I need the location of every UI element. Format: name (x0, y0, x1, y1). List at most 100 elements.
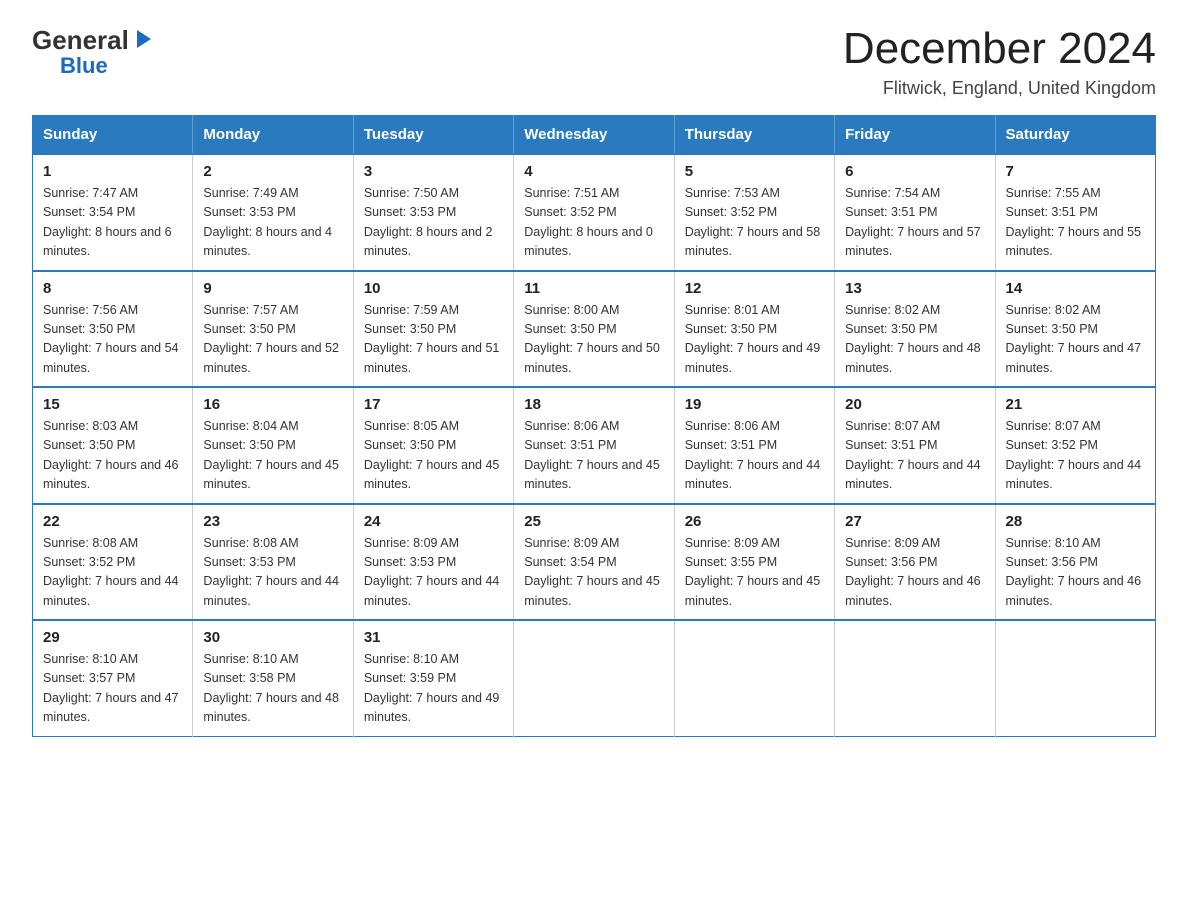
day-info: Sunrise: 7:56 AMSunset: 3:50 PMDaylight:… (43, 301, 182, 379)
calendar-cell: 8 Sunrise: 7:56 AMSunset: 3:50 PMDayligh… (33, 271, 193, 388)
calendar-cell: 2 Sunrise: 7:49 AMSunset: 3:53 PMDayligh… (193, 154, 353, 271)
calendar-cell: 30 Sunrise: 8:10 AMSunset: 3:58 PMDaylig… (193, 620, 353, 736)
calendar-cell: 1 Sunrise: 7:47 AMSunset: 3:54 PMDayligh… (33, 154, 193, 271)
calendar-cell: 27 Sunrise: 8:09 AMSunset: 3:56 PMDaylig… (835, 504, 995, 621)
day-info: Sunrise: 8:09 AMSunset: 3:53 PMDaylight:… (364, 534, 503, 612)
day-number: 30 (203, 629, 342, 646)
day-number: 21 (1006, 396, 1145, 413)
calendar-cell: 19 Sunrise: 8:06 AMSunset: 3:51 PMDaylig… (674, 387, 834, 504)
calendar-cell: 31 Sunrise: 8:10 AMSunset: 3:59 PMDaylig… (353, 620, 513, 736)
calendar-week-row: 29 Sunrise: 8:10 AMSunset: 3:57 PMDaylig… (33, 620, 1156, 736)
calendar-cell: 7 Sunrise: 7:55 AMSunset: 3:51 PMDayligh… (995, 154, 1155, 271)
day-number: 18 (524, 396, 663, 413)
day-info: Sunrise: 8:09 AMSunset: 3:56 PMDaylight:… (845, 534, 984, 612)
calendar-cell (995, 620, 1155, 736)
calendar-header-row: Sunday Monday Tuesday Wednesday Thursday… (33, 116, 1156, 155)
calendar-cell: 13 Sunrise: 8:02 AMSunset: 3:50 PMDaylig… (835, 271, 995, 388)
day-number: 2 (203, 163, 342, 180)
day-info: Sunrise: 8:04 AMSunset: 3:50 PMDaylight:… (203, 417, 342, 495)
day-number: 4 (524, 163, 663, 180)
day-info: Sunrise: 7:54 AMSunset: 3:51 PMDaylight:… (845, 184, 984, 262)
day-number: 9 (203, 280, 342, 297)
calendar-cell: 23 Sunrise: 8:08 AMSunset: 3:53 PMDaylig… (193, 504, 353, 621)
calendar-cell: 3 Sunrise: 7:50 AMSunset: 3:53 PMDayligh… (353, 154, 513, 271)
day-number: 10 (364, 280, 503, 297)
calendar-cell: 4 Sunrise: 7:51 AMSunset: 3:52 PMDayligh… (514, 154, 674, 271)
calendar-cell (514, 620, 674, 736)
calendar-cell: 12 Sunrise: 8:01 AMSunset: 3:50 PMDaylig… (674, 271, 834, 388)
calendar-cell: 21 Sunrise: 8:07 AMSunset: 3:52 PMDaylig… (995, 387, 1155, 504)
day-info: Sunrise: 8:10 AMSunset: 3:56 PMDaylight:… (1006, 534, 1145, 612)
day-number: 26 (685, 513, 824, 530)
day-info: Sunrise: 7:47 AMSunset: 3:54 PMDaylight:… (43, 184, 182, 262)
day-number: 19 (685, 396, 824, 413)
day-number: 27 (845, 513, 984, 530)
day-number: 12 (685, 280, 824, 297)
day-info: Sunrise: 8:03 AMSunset: 3:50 PMDaylight:… (43, 417, 182, 495)
calendar-cell: 17 Sunrise: 8:05 AMSunset: 3:50 PMDaylig… (353, 387, 513, 504)
calendar-cell: 24 Sunrise: 8:09 AMSunset: 3:53 PMDaylig… (353, 504, 513, 621)
day-number: 6 (845, 163, 984, 180)
day-number: 25 (524, 513, 663, 530)
day-info: Sunrise: 8:02 AMSunset: 3:50 PMDaylight:… (1006, 301, 1145, 379)
day-number: 11 (524, 280, 663, 297)
day-info: Sunrise: 8:09 AMSunset: 3:55 PMDaylight:… (685, 534, 824, 612)
day-info: Sunrise: 8:10 AMSunset: 3:59 PMDaylight:… (364, 650, 503, 728)
day-info: Sunrise: 7:55 AMSunset: 3:51 PMDaylight:… (1006, 184, 1145, 262)
calendar-cell: 18 Sunrise: 8:06 AMSunset: 3:51 PMDaylig… (514, 387, 674, 504)
calendar-week-row: 1 Sunrise: 7:47 AMSunset: 3:54 PMDayligh… (33, 154, 1156, 271)
day-info: Sunrise: 8:02 AMSunset: 3:50 PMDaylight:… (845, 301, 984, 379)
logo-arrow-icon (133, 28, 155, 50)
day-info: Sunrise: 8:05 AMSunset: 3:50 PMDaylight:… (364, 417, 503, 495)
calendar-cell: 6 Sunrise: 7:54 AMSunset: 3:51 PMDayligh… (835, 154, 995, 271)
calendar-cell: 15 Sunrise: 8:03 AMSunset: 3:50 PMDaylig… (33, 387, 193, 504)
calendar-cell: 14 Sunrise: 8:02 AMSunset: 3:50 PMDaylig… (995, 271, 1155, 388)
day-info: Sunrise: 8:08 AMSunset: 3:52 PMDaylight:… (43, 534, 182, 612)
calendar-cell: 26 Sunrise: 8:09 AMSunset: 3:55 PMDaylig… (674, 504, 834, 621)
day-info: Sunrise: 8:08 AMSunset: 3:53 PMDaylight:… (203, 534, 342, 612)
calendar-cell (674, 620, 834, 736)
col-thursday: Thursday (674, 116, 834, 155)
day-info: Sunrise: 7:50 AMSunset: 3:53 PMDaylight:… (364, 184, 503, 262)
calendar-cell: 25 Sunrise: 8:09 AMSunset: 3:54 PMDaylig… (514, 504, 674, 621)
day-number: 17 (364, 396, 503, 413)
calendar-cell: 22 Sunrise: 8:08 AMSunset: 3:52 PMDaylig… (33, 504, 193, 621)
day-info: Sunrise: 7:49 AMSunset: 3:53 PMDaylight:… (203, 184, 342, 262)
day-number: 16 (203, 396, 342, 413)
day-number: 15 (43, 396, 182, 413)
day-number: 1 (43, 163, 182, 180)
page-header: General Blue December 2024 Flitwick, Eng… (32, 24, 1156, 99)
col-saturday: Saturday (995, 116, 1155, 155)
calendar-subtitle: Flitwick, England, United Kingdom (843, 78, 1156, 99)
logo: General Blue (32, 24, 155, 79)
calendar-cell: 28 Sunrise: 8:10 AMSunset: 3:56 PMDaylig… (995, 504, 1155, 621)
calendar-cell: 9 Sunrise: 7:57 AMSunset: 3:50 PMDayligh… (193, 271, 353, 388)
calendar-title: December 2024 (843, 24, 1156, 74)
day-number: 14 (1006, 280, 1145, 297)
col-friday: Friday (835, 116, 995, 155)
col-tuesday: Tuesday (353, 116, 513, 155)
day-info: Sunrise: 7:59 AMSunset: 3:50 PMDaylight:… (364, 301, 503, 379)
calendar-week-row: 15 Sunrise: 8:03 AMSunset: 3:50 PMDaylig… (33, 387, 1156, 504)
day-info: Sunrise: 8:06 AMSunset: 3:51 PMDaylight:… (524, 417, 663, 495)
col-sunday: Sunday (33, 116, 193, 155)
calendar-cell: 20 Sunrise: 8:07 AMSunset: 3:51 PMDaylig… (835, 387, 995, 504)
day-number: 28 (1006, 513, 1145, 530)
day-number: 13 (845, 280, 984, 297)
day-number: 5 (685, 163, 824, 180)
day-info: Sunrise: 7:57 AMSunset: 3:50 PMDaylight:… (203, 301, 342, 379)
calendar-cell: 10 Sunrise: 7:59 AMSunset: 3:50 PMDaylig… (353, 271, 513, 388)
day-number: 29 (43, 629, 182, 646)
calendar-cell: 29 Sunrise: 8:10 AMSunset: 3:57 PMDaylig… (33, 620, 193, 736)
day-info: Sunrise: 8:07 AMSunset: 3:51 PMDaylight:… (845, 417, 984, 495)
logo-general-text: General (32, 27, 129, 53)
calendar-cell: 5 Sunrise: 7:53 AMSunset: 3:52 PMDayligh… (674, 154, 834, 271)
day-info: Sunrise: 8:09 AMSunset: 3:54 PMDaylight:… (524, 534, 663, 612)
col-wednesday: Wednesday (514, 116, 674, 155)
day-info: Sunrise: 7:53 AMSunset: 3:52 PMDaylight:… (685, 184, 824, 262)
day-info: Sunrise: 8:07 AMSunset: 3:52 PMDaylight:… (1006, 417, 1145, 495)
day-number: 3 (364, 163, 503, 180)
col-monday: Monday (193, 116, 353, 155)
day-info: Sunrise: 8:06 AMSunset: 3:51 PMDaylight:… (685, 417, 824, 495)
day-info: Sunrise: 8:10 AMSunset: 3:57 PMDaylight:… (43, 650, 182, 728)
